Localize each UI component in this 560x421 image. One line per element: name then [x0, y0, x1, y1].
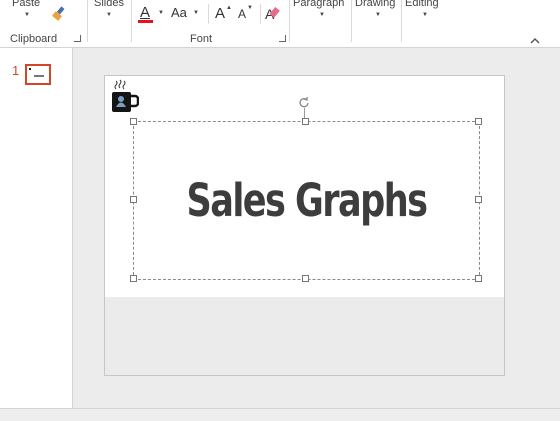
clipboard-dialog-launcher-icon[interactable]: [74, 35, 81, 42]
resize-handle-top-left[interactable]: [130, 118, 137, 125]
resize-handle-top[interactable]: [302, 118, 309, 125]
font-dialog-launcher-icon[interactable]: [279, 35, 286, 42]
eraser-icon: A: [265, 6, 280, 22]
change-case-label: Aa: [171, 5, 187, 20]
font-color-icon: A: [140, 4, 151, 21]
ribbon-separator: [401, 0, 402, 42]
chevron-down-icon: ▼: [158, 10, 164, 16]
shrink-font-button[interactable]: A ▼: [238, 4, 256, 24]
status-bar: [0, 408, 560, 421]
slide-footer-band: [105, 297, 504, 375]
coffee-mug-icon: [112, 79, 139, 112]
rotate-handle-icon[interactable]: [298, 96, 310, 108]
format-painter-button[interactable]: [50, 6, 68, 22]
paintbrush-icon: [52, 6, 65, 21]
title-placeholder[interactable]: Sales Graphs: [133, 121, 480, 280]
slides-button[interactable]: Slides ▼: [92, 0, 128, 26]
resize-handle-bottom-right[interactable]: [475, 275, 482, 282]
slide-number: 1: [12, 63, 20, 78]
ribbon-separator: [87, 0, 88, 42]
paragraph-label: Paragraph: [293, 0, 345, 9]
font-group-label: Font: [190, 33, 213, 45]
grow-font-button[interactable]: A ▲: [215, 4, 233, 24]
clipboard-group-label: Clipboard: [10, 33, 58, 45]
slide-thumbnail-pane: [0, 48, 73, 408]
resize-handle-top-right[interactable]: [475, 118, 482, 125]
paste-label: Paste: [12, 0, 41, 9]
chevron-down-icon: ▼: [422, 12, 428, 18]
resize-handle-left[interactable]: [130, 196, 137, 203]
slide-canvas[interactable]: Sales Graphs: [104, 75, 505, 376]
chevron-down-icon: ▼: [193, 10, 199, 16]
chevron-down-icon: ▼: [319, 12, 325, 18]
slide-title[interactable]: Sales Graphs: [172, 122, 441, 279]
slides-label: Slides: [94, 0, 124, 9]
chevron-down-icon: ▼: [375, 12, 381, 18]
grow-font-icon: A: [215, 5, 226, 22]
change-case-button[interactable]: Aa ▼: [170, 4, 202, 24]
editing-button[interactable]: Editing ▼: [405, 0, 445, 26]
resize-handle-right[interactable]: [475, 196, 482, 203]
ribbon: Paste ▼ Slides ▼ A ▼ Aa ▼ A ▲ A ▼ A: [0, 0, 560, 48]
chevron-down-icon: ▼: [24, 12, 30, 18]
thumbnail-title-line: [34, 75, 44, 77]
slide-thumbnail[interactable]: [25, 64, 51, 85]
chevron-down-icon: ▼: [106, 12, 112, 18]
editing-label: Editing: [405, 0, 439, 9]
ribbon-separator: [208, 4, 209, 24]
ribbon-separator: [289, 0, 290, 42]
chevron-up-icon: [530, 38, 540, 44]
collapse-ribbon-button[interactable]: [529, 33, 541, 44]
font-color-swatch: [138, 20, 153, 23]
drawing-label: Drawing: [355, 0, 396, 9]
paragraph-button[interactable]: Paragraph ▼: [293, 0, 347, 26]
shrink-font-icon: A: [238, 7, 247, 21]
ribbon-separator: [131, 0, 132, 42]
caret-down-icon: ▼: [247, 5, 253, 11]
ribbon-separator: [260, 4, 261, 24]
font-color-button[interactable]: A ▼: [137, 4, 167, 24]
clear-formatting-button[interactable]: A: [264, 4, 284, 24]
resize-handle-bottom-left[interactable]: [130, 275, 137, 282]
paste-button[interactable]: Paste ▼: [8, 0, 46, 26]
resize-handle-bottom[interactable]: [302, 275, 309, 282]
drawing-button[interactable]: Drawing ▼: [355, 0, 399, 26]
thumbnail-logo-icon: [29, 68, 31, 70]
caret-up-icon: ▲: [226, 5, 232, 11]
ribbon-separator: [351, 0, 352, 42]
